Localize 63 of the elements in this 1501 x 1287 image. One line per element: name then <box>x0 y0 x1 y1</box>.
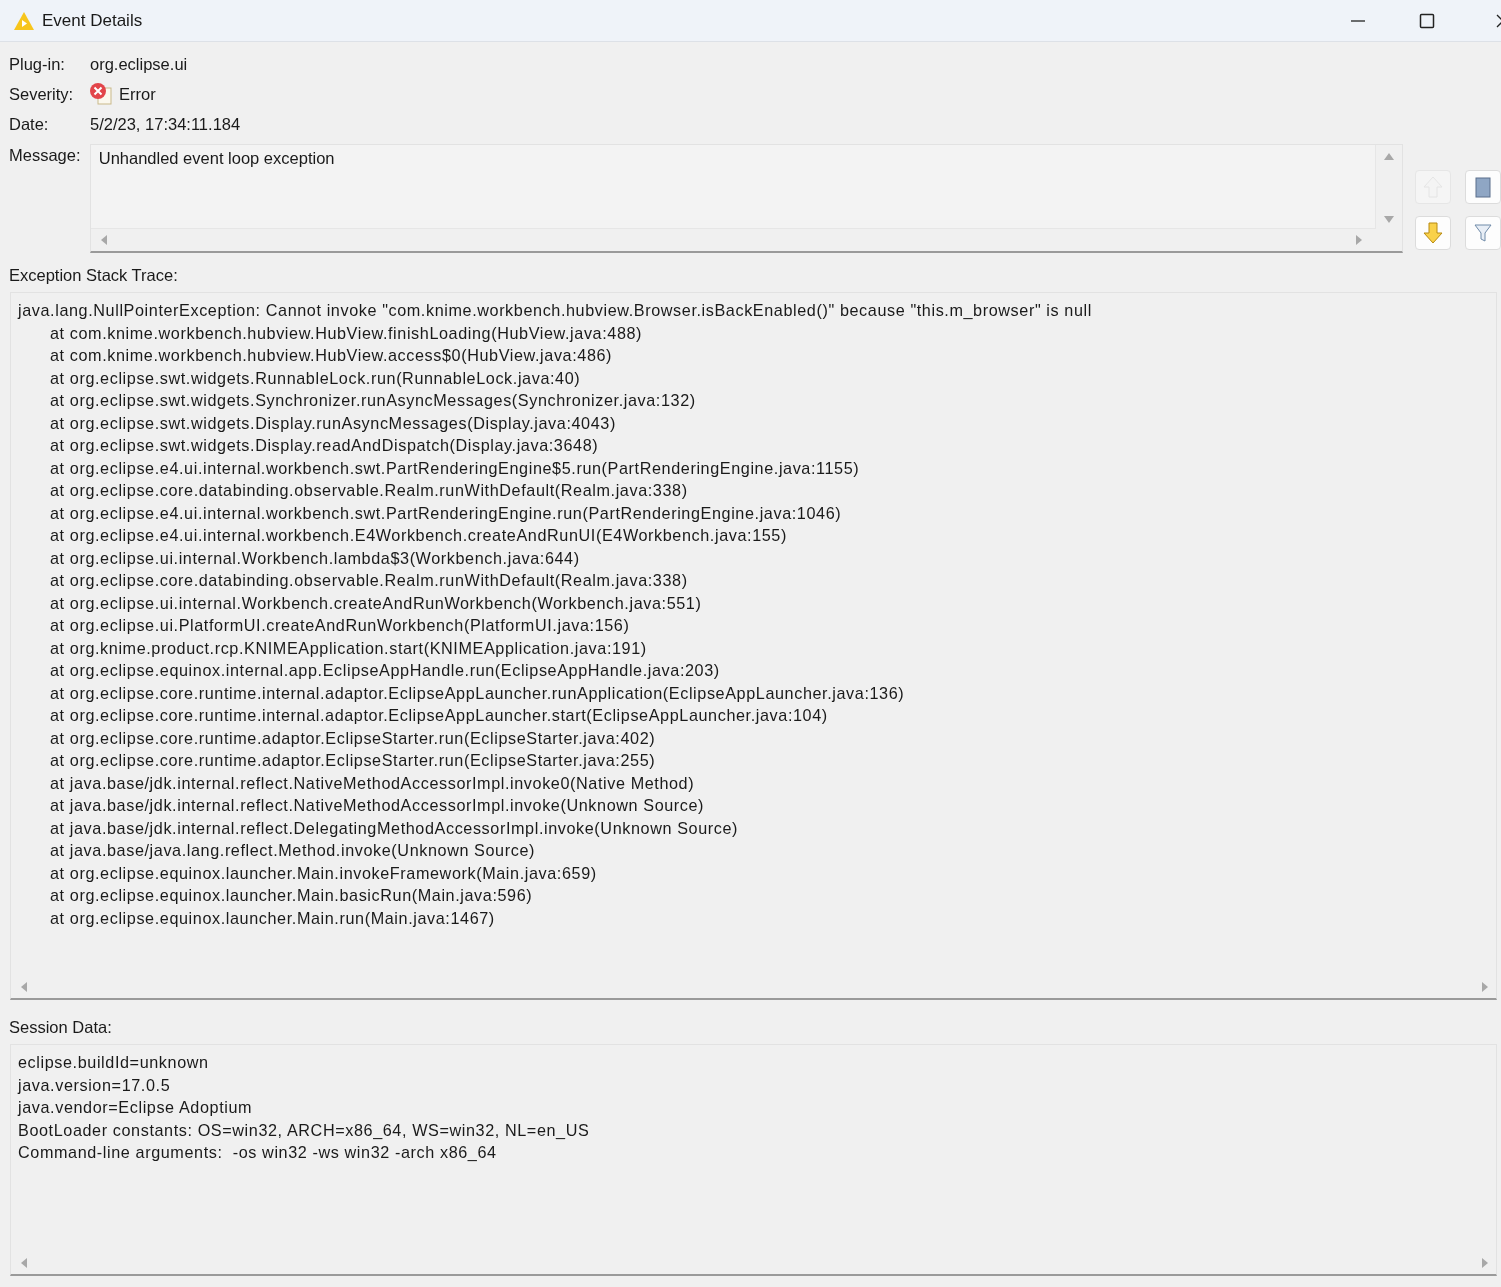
stack-frame-text: at org.eclipse.core.runtime.internal.adaptor.EclipseAppLauncher.start(EclipseAppLauncher.java:104) <box>49 705 829 726</box>
session-line: eclipse.buildId=unknown <box>18 1052 210 1073</box>
scroll-right-icon[interactable] <box>1480 1257 1490 1269</box>
field-label: Message: <box>9 145 82 165</box>
stack-frame-text: at org.eclipse.swt.widgets.Synchronizer.runAsyncMessages(Synchronizer.java:132) <box>49 390 697 411</box>
warning-triangle-icon <box>13 10 35 31</box>
stack-frame-text: at org.eclipse.core.runtime.adaptor.EclipseStarter.run(EclipseStarter.java:255) <box>49 750 657 771</box>
window-title: Event Details <box>42 10 143 31</box>
scroll-left-icon[interactable] <box>19 1257 29 1269</box>
field-value: org.eclipse.ui <box>90 54 188 74</box>
session-data-field[interactable]: eclipse.buildId=unknown java.version=17.0.5 java.vendor=Eclipse Adoptium BootLoader constants: OS=win32, ARCH=x86_64, WS=win32, NL=en_US Command-line arguments: -os win32 -ws win32 -arch x86_64 <box>10 1044 1497 1276</box>
session-line: BootLoader constants: OS=win32, ARCH=x86_64, WS=win32, NL=en_US <box>18 1119 591 1141</box>
stack-trace-field[interactable] <box>10 292 1497 1000</box>
field-label: Plug-in: <box>9 54 66 74</box>
clipboard-icon <box>1475 176 1491 198</box>
stack-frame-text: at com.knime.workbench.hubview.HubView.access$0(HubView.java:486) <box>49 345 614 366</box>
filter-icon <box>1474 223 1492 243</box>
stack-frame-text: at org.eclipse.e4.ui.internal.workbench.swt.PartRenderingEngine.run(PartRenderingEngine.java:1046) <box>49 502 843 524</box>
scroll-right-icon[interactable] <box>1354 234 1364 246</box>
stack-frame-text: at org.eclipse.core.databinding.observable.Realm.runWithDefault(Realm.java:338) <box>49 480 689 501</box>
stack-frame-text: at org.eclipse.core.runtime.internal.adaptor.EclipseAppLauncher.runApplication(EclipseAppLauncher.java:136) <box>49 682 906 704</box>
filter-button[interactable] <box>1465 216 1501 250</box>
stack-frame-text: at org.eclipse.core.databinding.observable.Realm.runWithDefault(Realm.java:338) <box>49 570 689 591</box>
stack-frame-text: at org.eclipse.equinox.launcher.Main.basicRun(Main.java:596) <box>49 885 534 906</box>
stack-frame-text: at java.base/java.lang.reflect.Method.invoke(Unknown Source) <box>49 840 536 861</box>
stack-frame-text: at java.base/jdk.internal.reflect.DelegatingMethodAccessorImpl.invoke(Unknown Source) <box>49 817 740 839</box>
error-icon <box>89 82 113 106</box>
field-label: Severity: <box>9 84 75 104</box>
stack-frame-text: at org.eclipse.e4.ui.internal.workbench.E4Workbench.createAndRunUI(E4Workbench.java:155) <box>49 525 788 546</box>
section-label: Exception Stack Trace: <box>9 266 178 285</box>
stack-frame-text: at org.eclipse.equinox.launcher.Main.invokeFramework(Main.java:659) <box>49 862 598 884</box>
stack-frame-text: at org.eclipse.core.runtime.adaptor.EclipseStarter.run(EclipseStarter.java:402) <box>49 727 657 749</box>
stack-frame-text: at org.eclipse.swt.widgets.Display.readAndDispatch(Display.java:3648) <box>49 435 600 456</box>
field-value: 5/2/23, 17:34:11.184 <box>90 114 241 134</box>
maximize-icon[interactable] <box>1419 13 1435 29</box>
session-line: java.vendor=Eclipse Adoptium <box>18 1097 254 1118</box>
stack-frame-text: at org.eclipse.swt.widgets.RunnableLock.run(RunnableLock.java:40) <box>49 367 582 389</box>
down-arrow-icon <box>1423 222 1443 244</box>
stack-frame-text: at org.eclipse.equinox.launcher.Main.run(Main.java:1467) <box>49 907 496 929</box>
stack-frame-text: at org.eclipse.swt.widgets.Display.runAsyncMessages(Display.java:4043) <box>49 412 617 434</box>
stack-frame-text: at com.knime.workbench.hubview.HubView.finishLoading(HubView.java:488) <box>49 322 644 344</box>
exception-text: java.lang.NullPointerException: Cannot invoke "com.knime.workbench.hubview.Browser.isBackEnabled()" because "this.m_browser" is null <box>18 300 1093 321</box>
message-text: Unhandled event loop exception <box>90 145 1376 229</box>
scroll-down-icon[interactable] <box>1383 215 1395 225</box>
stack-frame-text: at org.eclipse.e4.ui.internal.workbench.swt.PartRenderingEngine$5.run(PartRenderingEngine.java:1155) <box>49 457 861 479</box>
down-button[interactable] <box>1415 216 1451 250</box>
scroll-left-icon[interactable] <box>19 981 29 993</box>
stack-frame-text: at org.eclipse.equinox.internal.app.EclipseAppHandle.run(EclipseAppHandle.java:203) <box>49 660 721 681</box>
severity-value: Error <box>119 84 156 104</box>
scroll-up-icon[interactable] <box>1383 151 1395 161</box>
stack-frame-text: at org.eclipse.ui.internal.Workbench.lambda$3(Workbench.java:644) <box>49 547 581 569</box>
session-line: java.version=17.0.5 <box>18 1074 172 1096</box>
copy-button[interactable] <box>1465 170 1501 204</box>
stack-frame-text: at java.base/jdk.internal.reflect.NativeMethodAccessorImpl.invoke(Unknown Source) <box>49 795 706 816</box>
field-label: Date: <box>9 114 50 134</box>
stack-frame-text: at org.eclipse.ui.internal.Workbench.createAndRunWorkbench(Workbench.java:551) <box>49 592 703 614</box>
stack-frame-text: at java.base/jdk.internal.reflect.NativeMethodAccessorImpl.invoke0(Native Method) <box>49 772 696 794</box>
message-field[interactable]: Unhandled event loop exception <box>89 144 1403 253</box>
scroll-right-icon[interactable] <box>1480 981 1490 993</box>
stack-frame-text: at org.knime.product.rcp.KNIMEApplication.start(KNIMEApplication.java:191) <box>49 637 648 659</box>
section-label: Session Data: <box>9 1018 112 1037</box>
session-line: Command-line arguments: -os win32 -ws win32 -arch x86_64 <box>18 1142 498 1163</box>
stack-frame-text: at org.eclipse.ui.PlatformUI.createAndRunWorkbench(PlatformUI.java:156) <box>49 615 631 636</box>
